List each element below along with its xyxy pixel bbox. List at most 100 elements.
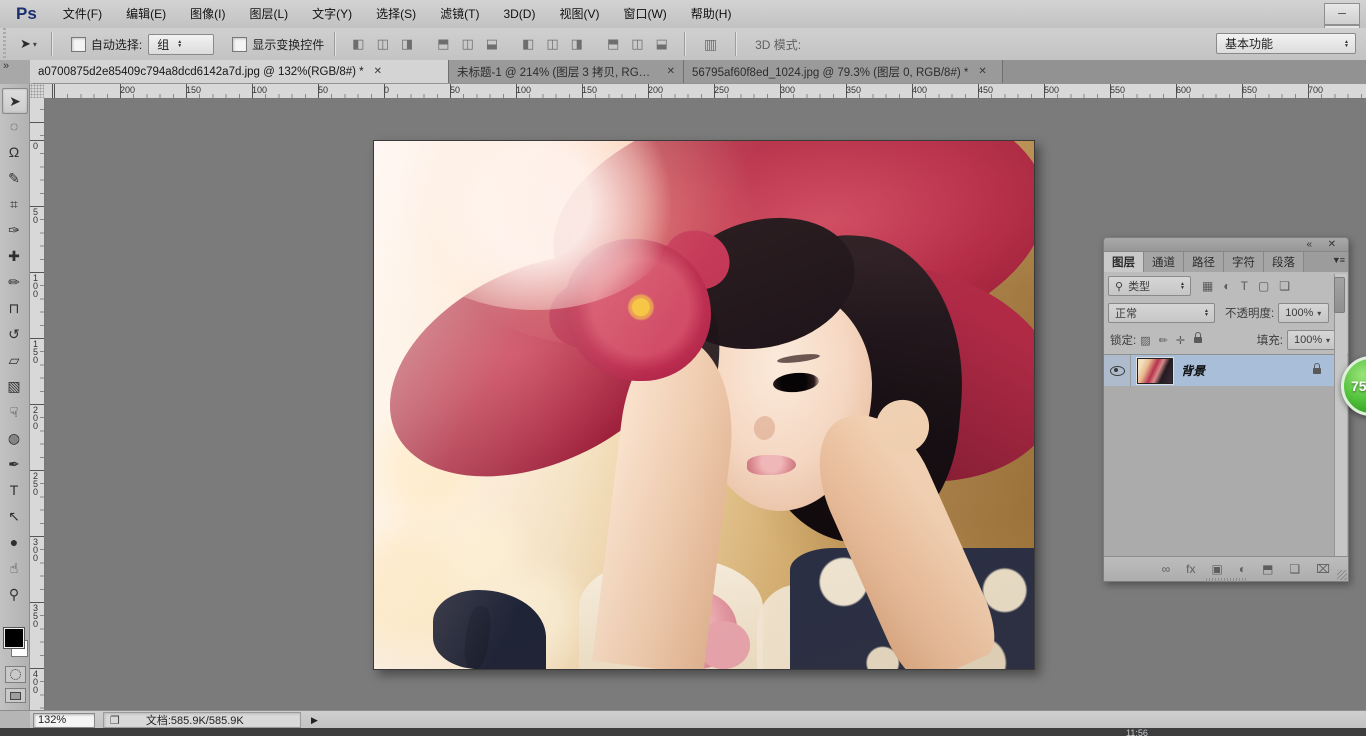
panel-tab[interactable]: 字符 (1224, 252, 1264, 272)
align-button-icon[interactable]: ◫ (377, 36, 389, 52)
tool-button[interactable]: ▧ (2, 374, 26, 398)
tab-close-icon[interactable]: ✕ (374, 66, 382, 77)
menu-item[interactable]: 视图(V) (547, 1, 611, 28)
menu-item[interactable]: 帮助(H) (679, 1, 744, 28)
show-transform-checkbox[interactable] (232, 37, 247, 52)
footer-button-icon[interactable]: ⬒ (1262, 562, 1273, 576)
scrollbar-thumb[interactable] (1334, 277, 1345, 313)
collapse-panel-icon[interactable]: « (1306, 238, 1312, 251)
tool-button[interactable]: ✏ (2, 270, 26, 294)
menu-item[interactable]: 3D(D) (491, 1, 547, 28)
layer-thumbnail[interactable] (1137, 358, 1173, 384)
fill-dropdown[interactable]: 100% ▾ (1287, 330, 1338, 350)
panel-header[interactable]: « ✕ (1104, 238, 1348, 252)
panel-tab[interactable]: 图层 (1104, 252, 1144, 272)
tab-close-icon[interactable]: ✕ (978, 66, 986, 77)
tool-button[interactable]: ⌗ (2, 192, 26, 216)
tool-button[interactable]: ☝ (2, 556, 26, 580)
menu-item[interactable]: 文件(F) (51, 1, 114, 28)
zoom-level-field[interactable]: 132% (33, 713, 95, 728)
layer-filter-dropdown[interactable]: ⚲ 类型 ▲▼ (1108, 276, 1191, 296)
tool-button[interactable]: ☟ (2, 400, 26, 424)
lock-button-icon[interactable]: ▨ (1140, 335, 1150, 347)
vertical-ruler[interactable]: 050100150200250300350400 (30, 98, 45, 710)
menu-item[interactable]: 编辑(E) (114, 1, 178, 28)
auto-align-button-icon[interactable]: ▥ (704, 36, 717, 53)
align-button-icon[interactable]: ◨ (401, 36, 413, 52)
ruler-origin-corner[interactable] (30, 84, 45, 99)
filter-button-icon[interactable]: T (1241, 279, 1248, 293)
tool-button[interactable]: ● (2, 530, 26, 554)
document-tab[interactable]: 56795af60f8ed_1024.jpg @ 79.3% (图层 0, RG… (684, 60, 1003, 83)
tool-button[interactable]: ↺ (2, 322, 26, 346)
tool-button[interactable]: T (2, 478, 26, 502)
footer-button-icon[interactable]: ▣ (1211, 562, 1222, 576)
menu-item[interactable]: 图像(I) (178, 1, 237, 28)
auto-select-dropdown[interactable]: 组 ▲▼ (148, 34, 214, 55)
tab-close-icon[interactable]: ✕ (667, 66, 675, 77)
align-button-icon[interactable]: ◫ (461, 36, 473, 52)
lock-all-icon[interactable] (1194, 337, 1202, 343)
tool-button[interactable]: ⚲ (2, 582, 26, 606)
filter-button-icon[interactable]: ▦ (1202, 279, 1213, 293)
align-button-icon[interactable]: ◧ (522, 36, 534, 52)
document-info-field[interactable]: ❐ 文档:585.9K/585.9K (103, 712, 301, 728)
tool-button[interactable]: ◍ (2, 426, 26, 450)
foreground-color-swatch[interactable] (4, 628, 24, 648)
tool-button[interactable]: ✒ (2, 452, 26, 476)
footer-button-icon[interactable]: ⌧ (1316, 562, 1330, 576)
align-button-icon[interactable]: ◧ (352, 36, 364, 52)
lock-button-icon[interactable]: ✏ (1159, 335, 1168, 347)
menu-item[interactable]: 文字(Y) (300, 1, 364, 28)
align-button-icon[interactable]: ⬓ (656, 36, 668, 52)
footer-button-icon[interactable]: fx (1186, 562, 1195, 576)
menu-item[interactable]: 窗口(W) (611, 1, 678, 28)
filter-button-icon[interactable]: ❏ (1279, 279, 1290, 293)
tab-overflow-chevrons-icon[interactable]: » (0, 60, 34, 84)
filter-button-icon[interactable]: ▢ (1258, 279, 1269, 293)
export-icon[interactable]: ❐ (110, 714, 120, 727)
panel-scrollbar[interactable] (1334, 274, 1347, 556)
panel-tab[interactable]: 段落 (1264, 252, 1304, 272)
tool-preset-caret-icon[interactable]: ▾ (33, 40, 37, 49)
opacity-dropdown[interactable]: 100% ▾ (1278, 303, 1329, 323)
filter-button-icon[interactable]: ◐ (1223, 279, 1230, 293)
panel-resize-grip[interactable] (1337, 570, 1347, 580)
align-button-icon[interactable]: ⬓ (486, 36, 498, 52)
tool-button[interactable]: ➤ (2, 88, 28, 114)
tool-button[interactable]: ▱ (2, 348, 26, 372)
tool-button[interactable]: Ω (2, 140, 26, 164)
blend-mode-dropdown[interactable]: 正常 ▲▼ (1108, 303, 1215, 323)
tool-button[interactable]: ✑ (2, 218, 26, 242)
panel-menu-icon[interactable]: ▼≡ (1332, 255, 1344, 265)
layer-row[interactable]: 背景 (1104, 355, 1335, 386)
menu-item[interactable]: 选择(S) (364, 1, 428, 28)
menu-item[interactable]: 图层(L) (237, 1, 300, 28)
footer-button-icon[interactable]: ❏ (1289, 562, 1300, 576)
tool-button[interactable]: ↖ (2, 504, 26, 528)
align-button-icon[interactable]: ⬒ (437, 36, 449, 52)
menu-item[interactable]: 滤镜(T) (428, 1, 491, 28)
document-tab[interactable]: a0700875d2e85409c794a8dcd6142a7d.jpg @ 1… (30, 60, 449, 83)
footer-button-icon[interactable]: ∞ (1162, 562, 1171, 576)
status-options-arrow-icon[interactable]: ▶ (311, 715, 318, 726)
panel-tab[interactable]: 通道 (1144, 252, 1184, 272)
window-control-button[interactable]: ─ (1324, 3, 1360, 25)
canvas-image[interactable] (373, 140, 1035, 670)
screen-mode-button[interactable] (5, 688, 26, 703)
options-drag-handle[interactable] (0, 28, 8, 60)
align-button-icon[interactable]: ◫ (631, 36, 643, 52)
close-panel-icon[interactable]: ✕ (1328, 238, 1336, 251)
lock-button-icon[interactable]: ✛ (1176, 335, 1185, 347)
horizontal-ruler[interactable]: 2001501005005010015020025030035040045050… (44, 84, 1366, 99)
layer-visibility-cell[interactable] (1104, 355, 1131, 386)
tool-button[interactable]: ✎ (2, 166, 26, 190)
tool-button[interactable]: ⊓ (2, 296, 26, 320)
workspace-dropdown[interactable]: 基本功能 ▲▼ (1216, 33, 1356, 54)
align-button-icon[interactable]: ◨ (571, 36, 583, 52)
align-button-icon[interactable]: ⬒ (607, 36, 619, 52)
tool-button[interactable]: ✚ (2, 244, 26, 268)
auto-select-checkbox[interactable] (71, 37, 86, 52)
document-tab[interactable]: 未标题-1 @ 214% (图层 3 拷贝, RGB/8) * ✕ (449, 60, 684, 83)
panel-tab[interactable]: 路径 (1184, 252, 1224, 272)
